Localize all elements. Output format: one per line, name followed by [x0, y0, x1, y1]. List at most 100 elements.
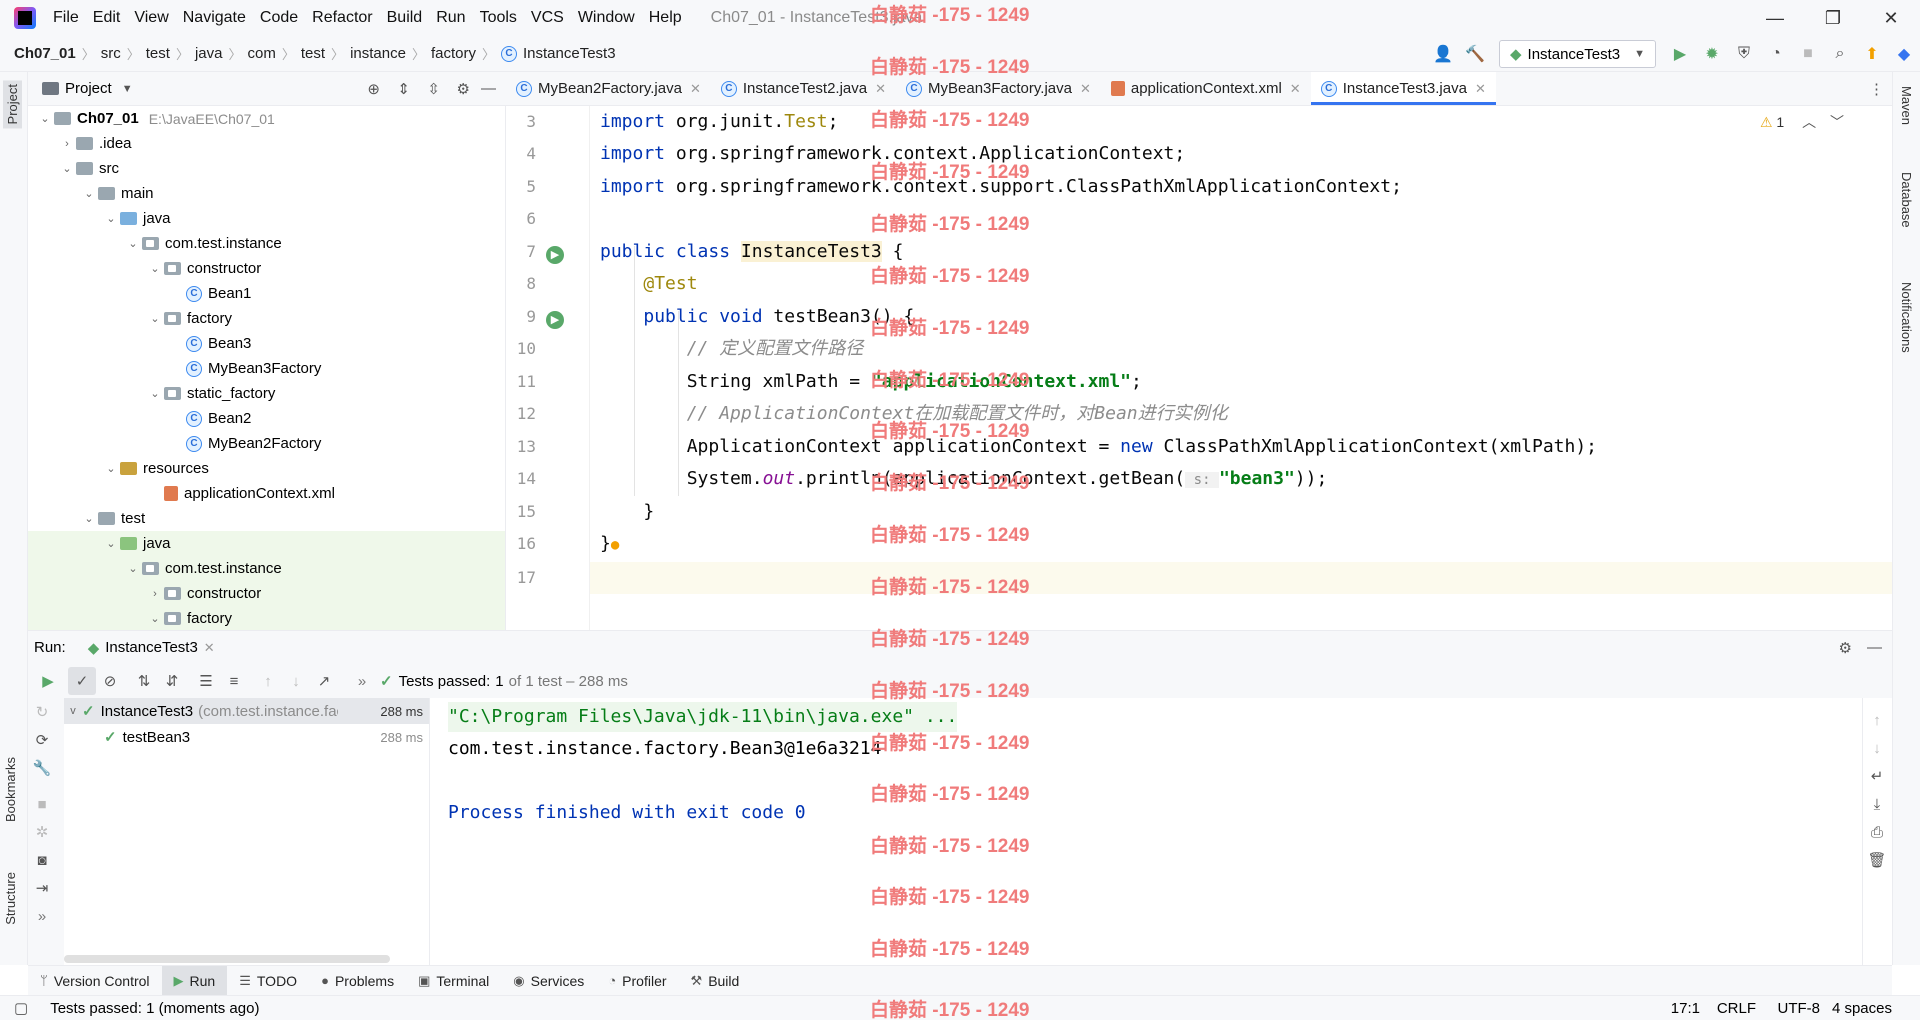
menu-file[interactable]: File — [46, 9, 86, 27]
tool-tab-maven[interactable]: Maven — [1899, 86, 1914, 125]
menu-code[interactable]: Code — [253, 9, 305, 27]
arrow-up-icon[interactable]: ↑ — [1863, 706, 1891, 734]
menu-run[interactable]: Run — [429, 9, 472, 27]
project-tree-item[interactable]: › .idea — [28, 131, 505, 156]
menu-refactor[interactable]: Refactor — [305, 9, 379, 27]
breadcrumb-com[interactable]: com — [248, 45, 276, 62]
chevron-down-icon[interactable]: ⌄ — [146, 262, 164, 275]
arrow-down-icon[interactable]: ↓ — [1863, 734, 1891, 762]
project-panel-title[interactable]: Project — [65, 80, 112, 97]
sort-alpha-icon[interactable]: ⇅ — [130, 667, 158, 695]
chevron-down-icon[interactable]: ⌄ — [80, 512, 98, 525]
export-icon[interactable]: ↗ — [310, 667, 338, 695]
close-icon[interactable]: ✕ — [1080, 81, 1091, 97]
editor-tab[interactable]: C InstanceTest2.java ✕ — [711, 72, 896, 105]
exit-icon[interactable]: ⇥ — [28, 874, 56, 902]
chevron-down-icon[interactable]: ⌄ — [58, 162, 76, 175]
breadcrumb-java[interactable]: java — [195, 45, 223, 62]
breadcrumb-src[interactable]: src — [101, 45, 121, 62]
print-icon[interactable]: ⎙ — [1863, 818, 1891, 846]
run-tab-instancetest3[interactable]: InstanceTest3 — [105, 639, 198, 656]
collapse-all-icon[interactable]: ≡ — [220, 667, 248, 695]
sort-duration-icon[interactable]: ⇵ — [158, 667, 186, 695]
warning-indicator[interactable]: ⚠ 1 ︿ ﹀ — [1760, 112, 1844, 132]
toggle-auto-test-icon[interactable]: ⟳ — [28, 726, 56, 754]
more-icon[interactable]: » — [348, 667, 376, 695]
arrow-up-icon[interactable]: ↑ — [254, 667, 282, 695]
project-tree-item[interactable]: C MyBean2Factory — [28, 431, 505, 456]
close-icon[interactable]: ✕ — [204, 640, 215, 656]
minimize-button[interactable]: — — [1746, 0, 1804, 36]
project-tree-item[interactable]: ⌄ Ch07_01 E:\JavaEE\Ch07_01 — [28, 106, 505, 131]
chevron-down-icon[interactable]: ⌄ — [102, 212, 120, 225]
tab-build[interactable]: ⚒ Build — [679, 966, 752, 996]
line-separator[interactable]: CRLF — [1717, 1000, 1756, 1017]
scroll-to-end-icon[interactable]: ⤓ — [1863, 790, 1891, 818]
menu-tools[interactable]: Tools — [473, 9, 524, 27]
soft-wrap-icon[interactable]: ↵ — [1863, 762, 1891, 790]
tab-services[interactable]: ◉ Services — [501, 966, 596, 996]
chevron-down-icon[interactable]: ⌄ — [146, 387, 164, 400]
menu-window[interactable]: Window — [571, 9, 642, 27]
project-tree-item[interactable]: › constructor — [28, 581, 505, 606]
expand-all-icon[interactable]: ☰ — [192, 667, 220, 695]
editor-tab[interactable]: applicationContext.xml ✕ — [1101, 72, 1311, 105]
run-icon[interactable]: ▶ — [1667, 41, 1693, 67]
project-tree-item[interactable]: C MyBean3Factory — [28, 356, 505, 381]
project-tree-item[interactable]: ⌄ java — [28, 531, 505, 556]
project-tree-item[interactable]: C Bean3 — [28, 331, 505, 356]
close-icon[interactable]: ✕ — [1475, 81, 1486, 97]
lightbulb-icon[interactable]: ● — [611, 537, 619, 553]
chevron-down-icon[interactable]: ⌄ — [80, 187, 98, 200]
jetbrains-ai-icon[interactable]: ◆ — [1891, 41, 1917, 67]
project-tree-item[interactable]: ⌄ resources — [28, 456, 505, 481]
camera-icon[interactable]: ◙ — [28, 846, 56, 874]
layout-icon[interactable]: ▢ — [14, 999, 28, 1017]
hide-panel-icon[interactable]: — — [1867, 639, 1882, 656]
expand-all-icon[interactable]: ⇕ — [397, 80, 410, 98]
debug-icon[interactable]: ✹ — [1699, 41, 1725, 67]
tab-version-control[interactable]: ᛘ Version Control — [28, 966, 162, 996]
horizontal-scrollbar[interactable] — [64, 955, 390, 963]
tab-todo[interactable]: ☰ TODO — [227, 966, 309, 996]
trash-icon[interactable]: 🗑 — [1863, 846, 1891, 874]
code-editor[interactable]: import org.junit.Test; import org.spring… — [590, 106, 1892, 630]
tool-tab-bookmarks[interactable]: Bookmarks — [3, 757, 18, 822]
menu-vcs[interactable]: VCS — [524, 9, 571, 27]
coverage-icon[interactable]: ⛨ — [1731, 41, 1757, 67]
run-gutter-icon[interactable]: ▶ — [546, 246, 564, 264]
user-icon[interactable]: 👤 — [1430, 41, 1456, 67]
chevron-down-icon[interactable]: ⌄ — [102, 462, 120, 475]
rerun-icon[interactable]: ▶ — [34, 667, 62, 695]
test-case-row[interactable]: ✓ testBean3 288 ms — [64, 724, 429, 750]
editor-tab[interactable]: C MyBean3Factory.java ✕ — [896, 72, 1101, 105]
chevron-down-icon[interactable]: ⌄ — [146, 612, 164, 625]
menu-navigate[interactable]: Navigate — [176, 9, 253, 27]
project-tree-item[interactable]: ⌄ constructor — [28, 256, 505, 281]
gear-icon[interactable]: ⚙ — [457, 80, 470, 98]
console-output[interactable]: "C:\Program Files\Java\jdk-11\bin\java.e… — [430, 698, 1862, 965]
stop-icon[interactable]: ■ — [28, 790, 56, 818]
breadcrumb-instance[interactable]: instance — [350, 45, 406, 62]
test-suite-row[interactable]: v ✓ InstanceTest3 (com.test.instance.fac… — [64, 698, 429, 724]
project-tree-item[interactable]: C Bean2 — [28, 406, 505, 431]
project-tree-item[interactable]: ⌄ static_factory — [28, 381, 505, 406]
chevron-down-icon[interactable]: ⌄ — [124, 237, 142, 250]
project-tree-item[interactable]: ⌄ com.test.instance — [28, 231, 505, 256]
chevron-down-icon[interactable]: ⌄ — [36, 112, 54, 125]
wrench-icon[interactable]: 🔧 — [28, 754, 56, 782]
project-tree-item[interactable]: C Bean1 — [28, 281, 505, 306]
hide-panel-icon[interactable]: — — [481, 80, 496, 97]
editor-tab[interactable]: C InstanceTest3.java ✕ — [1310, 72, 1497, 105]
run-gutter-icon[interactable]: ▶ — [546, 311, 564, 329]
editor-tab[interactable]: C MyBean2Factory.java ✕ — [506, 72, 711, 105]
close-icon[interactable]: ✕ — [875, 81, 886, 97]
dump-threads-icon[interactable]: ✲ — [28, 818, 56, 846]
tab-profiler[interactable]: ◔ Profiler — [596, 966, 678, 996]
status-message[interactable]: Tests passed: 1 (moments ago) — [50, 1000, 259, 1017]
close-icon[interactable]: ✕ — [690, 81, 701, 97]
chevron-down-icon[interactable]: ⌄ — [102, 537, 120, 550]
close-icon[interactable]: ✕ — [1290, 81, 1301, 97]
project-tree-item[interactable]: ⌄ src — [28, 156, 505, 181]
chevron-down-icon[interactable]: ﹀ — [1830, 114, 1844, 130]
